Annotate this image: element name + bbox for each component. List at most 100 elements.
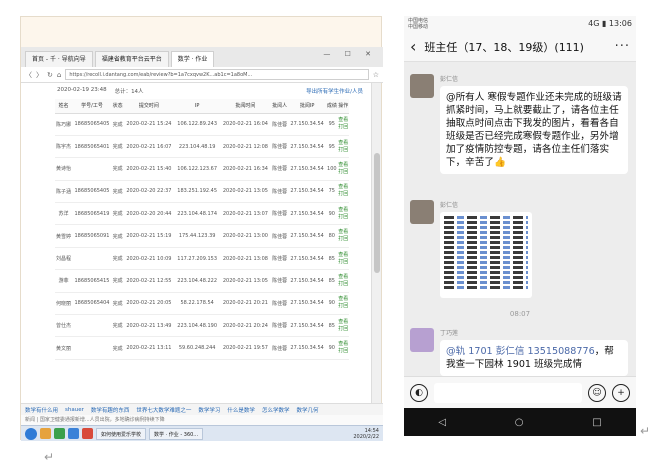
voice-icon[interactable]: ◐ <box>410 383 428 402</box>
window-controls[interactable]: — ☐ ✕ <box>323 50 377 58</box>
url-input[interactable]: https://recoll.i.dantang.com/eab/review?… <box>65 69 369 80</box>
image-attachment[interactable] <box>440 212 532 298</box>
table-cell: 223.104.48.190 <box>174 314 220 338</box>
row-actions[interactable]: 查看 打回 <box>337 157 349 181</box>
table-cell: 18685065401 <box>72 135 112 159</box>
clock-date: 2020/2/22 <box>353 433 379 440</box>
row-actions[interactable]: 查看 打回 <box>337 180 349 204</box>
table-cell: 27.150.34.54 <box>288 269 327 293</box>
table-cell: 90 <box>326 202 338 226</box>
avatar[interactable] <box>410 200 434 224</box>
table-cell: 27.150.34.54 <box>288 247 327 271</box>
table-cell: 27.150.34.54 <box>288 135 327 159</box>
favorite-link[interactable]: 怎么学数学 <box>262 406 290 414</box>
column-header: 批阅人 <box>271 99 289 114</box>
table-cell: 223.104.48.222 <box>174 269 220 293</box>
favorite-link[interactable]: 数学学习 <box>198 406 220 414</box>
message-input[interactable] <box>434 382 582 403</box>
more-options-icon[interactable]: ··· <box>615 39 630 54</box>
nav-back-icon[interactable]: ◁ <box>438 417 446 428</box>
system-clock: 14:54 2020/2/22 <box>353 428 379 440</box>
favorite-link[interactable]: shauer <box>65 407 84 413</box>
table-cell: 完成 <box>111 292 124 316</box>
image-row <box>444 241 528 244</box>
table-row: 苏洋 18685065419 完成 2020-02-20 20:44 223.104.4… <box>55 202 349 226</box>
browser-tab-homework[interactable]: 数学 · 作业 <box>170 51 215 67</box>
table-cell: 陈佳蓉 <box>271 202 289 226</box>
phone-number-link[interactable]: 13515088776 <box>528 346 595 357</box>
table-row: 刘昌程 完成 2020-02-21 10:09 117.27.209.153 2020-… <box>55 247 349 271</box>
browser-360-icon[interactable] <box>54 428 65 439</box>
table-cell: 223.104.48.174 <box>174 202 220 226</box>
row-actions[interactable]: 查看 打回 <box>337 135 349 159</box>
browser-tab-platform[interactable]: 福建省教育平台云平台 <box>94 51 169 67</box>
image-row <box>444 216 528 219</box>
taskbar-app-homework[interactable]: 数学 · 作业 - 360... <box>149 427 204 440</box>
nav-recents-icon[interactable]: □ <box>592 417 601 428</box>
browser-tab-home[interactable]: 首页 - 千 · 导航向导 <box>25 51 93 67</box>
favorite-link[interactable]: 什么是数学 <box>227 406 255 414</box>
table-row: 陈宇杰 18685065401 完成 2020-02-21 16:07 223.104.… <box>55 135 349 159</box>
nav-home-icon[interactable]: ○ <box>515 417 524 428</box>
table-cell: 75 <box>326 180 338 204</box>
row-actions[interactable]: 查看 打回 <box>337 314 349 338</box>
row-actions[interactable]: 查看 打回 <box>337 224 349 248</box>
export-link[interactable]: 导出所有学生作业/人员 <box>306 87 363 95</box>
chat-input-bar: ◐ ☺ + <box>404 376 636 408</box>
sender-name: 彭仁信 <box>440 202 459 209</box>
table-cell: 2020-02-21 15:19 <box>123 224 175 248</box>
table-cell: 2020-02-20 20:44 <box>123 202 175 226</box>
chat-message: 丁巧莲 @轨 1701 彭仁信 13515088776，帮我查一下园林 1901… <box>410 328 628 376</box>
table-cell: 陈子涵 <box>55 180 73 204</box>
ie-icon[interactable] <box>68 428 79 439</box>
row-actions[interactable]: 查看 打回 <box>337 269 349 293</box>
row-actions[interactable]: 查看 打回 <box>337 202 349 226</box>
vertical-scrollbar[interactable] <box>371 83 381 403</box>
table-cell: 完成 <box>111 224 124 248</box>
forward-icon[interactable]: 〉 <box>36 70 43 80</box>
folder-icon[interactable] <box>40 428 51 439</box>
favorite-link[interactable]: 数学有什么用 <box>25 406 58 414</box>
table-cell: 2020-02-21 13:08 <box>219 247 272 271</box>
back-icon[interactable]: 〈 <box>25 70 32 80</box>
row-actions[interactable]: 查看 打回 <box>337 292 349 316</box>
favorite-link[interactable]: 数学有趣的东西 <box>91 406 130 414</box>
table-cell: 2020-02-21 12:55 <box>123 269 175 293</box>
message-bubble[interactable]: @轨 1701 彭仁信 13515088776，帮我查一下园林 1901 班级完… <box>440 340 628 376</box>
emoji-icon[interactable]: ☺ <box>588 383 606 402</box>
phone-status-bar: 中国电信 中国移动 4G ▮ 13:06 <box>404 16 636 32</box>
start-button[interactable] <box>25 427 37 440</box>
refresh-icon[interactable]: ↻ <box>47 71 53 79</box>
row-actions[interactable]: 查看 打回 <box>337 113 349 136</box>
media-icon[interactable] <box>82 428 93 439</box>
column-header: 批阅IP <box>288 99 327 114</box>
row-actions[interactable]: 查看 打回 <box>337 247 349 271</box>
avatar[interactable] <box>410 74 434 98</box>
table-row: 陈子涵 18685065405 完成 2020-02-20 22:37 183.251.… <box>55 180 349 204</box>
table-cell: 18685065404 <box>72 292 112 316</box>
chat-header: ‹ 班主任（17、18、19级）(111) ··· <box>404 32 636 62</box>
table-row: 游菲 18685065415 完成 2020-02-21 12:55 223.104.4… <box>55 269 349 293</box>
row-actions[interactable]: 查看 打回 <box>337 336 349 360</box>
table-cell: 2020-02-21 13:00 <box>219 224 272 248</box>
chat-timestamp: 08:07 <box>509 310 531 318</box>
table-cell: 2020-02-21 20:05 <box>123 292 175 316</box>
favorite-link[interactable]: 世界七大数学难题之一 <box>136 406 191 414</box>
avatar[interactable] <box>410 328 434 352</box>
scroll-thumb[interactable] <box>374 153 380 273</box>
taskbar-app-school[interactable]: 如何使用爱乐学校 <box>96 427 147 440</box>
mention-text[interactable]: @轨 1701 彭仁信 <box>446 346 528 357</box>
favorite-link[interactable]: 数学几何 <box>296 406 318 414</box>
table-cell: 18685065419 <box>72 202 112 226</box>
star-icon[interactable]: ☆ <box>373 71 379 79</box>
plus-icon[interactable]: + <box>612 383 630 402</box>
home-icon[interactable]: ⌂ <box>57 71 61 79</box>
table-cell: 59.60.248.244 <box>174 336 220 360</box>
back-arrow-icon[interactable]: ‹ <box>410 37 416 56</box>
message-bubble[interactable]: @所有人 寒假专题作业还未完成的班级请抓紧时间，马上就要截止了，请各位主任抽取点… <box>440 86 628 174</box>
table-cell: 2020-02-21 13:05 <box>219 180 272 204</box>
table-cell: 陈巧娜 <box>55 113 73 136</box>
image-row <box>444 276 528 279</box>
table-cell: 黄诗怡 <box>55 157 73 181</box>
table-cell: 2020-02-21 13:49 <box>123 314 175 338</box>
